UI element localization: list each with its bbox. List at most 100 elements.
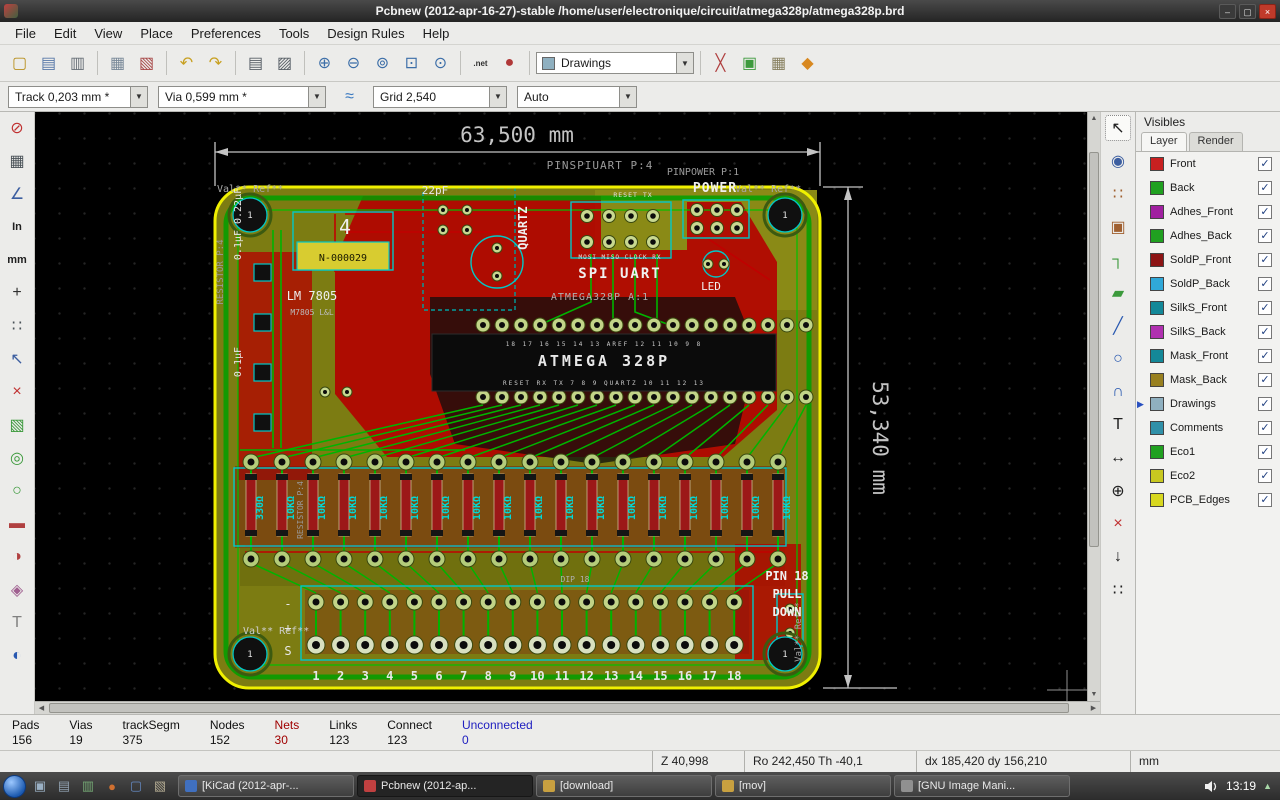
- layer-selector-combo[interactable]: Drawings ▼: [536, 52, 694, 74]
- layer-visibility-checkbox[interactable]: ✓: [1258, 325, 1272, 339]
- units-mm-icon[interactable]: mm: [4, 247, 30, 273]
- menu-place[interactable]: Place: [131, 23, 182, 44]
- print-icon[interactable]: ▤: [242, 50, 269, 77]
- chevron-down-icon[interactable]: ▼: [676, 53, 693, 73]
- microwave-tools-icon[interactable]: ╳: [707, 50, 734, 77]
- offset-origin-icon[interactable]: ↓: [1105, 544, 1131, 570]
- layer-visibility-checkbox[interactable]: ✓: [1258, 349, 1272, 363]
- invisible-text-icon[interactable]: T: [4, 610, 30, 636]
- menu-edit[interactable]: Edit: [45, 23, 85, 44]
- grid-origin-icon[interactable]: ∷: [1105, 577, 1131, 603]
- grid-visibility-icon[interactable]: ▦: [4, 148, 30, 174]
- menu-design-rules[interactable]: Design Rules: [318, 23, 413, 44]
- menu-preferences[interactable]: Preferences: [182, 23, 270, 44]
- layer-visibility-checkbox[interactable]: ✓: [1258, 397, 1272, 411]
- chevron-down-icon[interactable]: ▼: [130, 86, 147, 107]
- layer-row-back[interactable]: Back ✓: [1136, 176, 1280, 200]
- close-button[interactable]: ×: [1259, 3, 1276, 19]
- delete-tool-icon[interactable]: ×: [1105, 511, 1131, 537]
- plot-icon[interactable]: ▨: [271, 50, 298, 77]
- ratsnest-mode-icon[interactable]: ▦: [765, 50, 792, 77]
- layer-visibility-checkbox[interactable]: ✓: [1258, 157, 1272, 171]
- tab-render[interactable]: Render: [1188, 132, 1243, 151]
- clock[interactable]: 13:19: [1226, 779, 1256, 793]
- layer-color-swatch[interactable]: [1150, 229, 1164, 243]
- layer-color-swatch[interactable]: [1150, 301, 1164, 315]
- horizontal-scrollbar[interactable]: ◀ ▶: [35, 701, 1100, 714]
- layer-color-swatch[interactable]: [1150, 397, 1164, 411]
- page-settings-icon[interactable]: ▦: [104, 50, 131, 77]
- layer-visibility-checkbox[interactable]: ✓: [1258, 181, 1272, 195]
- add-text-icon[interactable]: T: [1105, 412, 1131, 438]
- layer-row-soldp-front[interactable]: SoldP_Front ✓: [1136, 248, 1280, 272]
- layer-visibility-checkbox[interactable]: ✓: [1258, 469, 1272, 483]
- scroll-right-arrow[interactable]: ▶: [1087, 702, 1100, 714]
- layer-visibility-checkbox[interactable]: ✓: [1258, 301, 1272, 315]
- highlight-net-icon[interactable]: ◉: [1105, 148, 1131, 174]
- zoom-combo[interactable]: Auto ▼: [517, 85, 637, 108]
- polar-coords-icon[interactable]: ∠: [4, 181, 30, 207]
- menu-tools[interactable]: Tools: [270, 23, 318, 44]
- auto-track-width-icon[interactable]: ≈: [336, 83, 363, 110]
- layer-row-pcb-edges[interactable]: PCB_Edges ✓: [1136, 488, 1280, 512]
- layer-color-swatch[interactable]: [1150, 277, 1164, 291]
- layer-color-swatch[interactable]: [1150, 493, 1164, 507]
- new-board-icon[interactable]: ▢: [6, 50, 33, 77]
- high-contrast-icon[interactable]: ◑: [4, 544, 30, 570]
- add-dimension-icon[interactable]: ↔: [1105, 445, 1131, 471]
- layer-visibility-checkbox[interactable]: ✓: [1258, 373, 1272, 387]
- start-menu-button[interactable]: [3, 774, 26, 798]
- tray-expand-icon[interactable]: ▲: [1263, 781, 1272, 791]
- open-board-icon[interactable]: ▤: [35, 50, 62, 77]
- layer-color-swatch[interactable]: [1150, 325, 1164, 339]
- layer-visibility-checkbox[interactable]: ✓: [1258, 277, 1272, 291]
- layer-color-swatch[interactable]: [1150, 157, 1164, 171]
- contrast-display-icon[interactable]: ◐: [4, 643, 30, 669]
- zoom-in-icon[interactable]: ⊕: [311, 50, 338, 77]
- select-tool-icon[interactable]: ↖: [1105, 115, 1131, 141]
- vertical-scroll-thumb[interactable]: [1089, 152, 1099, 547]
- browser-icon[interactable]: ●: [101, 775, 123, 797]
- layer-row-mask-back[interactable]: Mask_Back ✓: [1136, 368, 1280, 392]
- taskbar-window-3[interactable]: [download]: [536, 775, 712, 797]
- freeroute-icon[interactable]: ◆: [794, 50, 821, 77]
- sketch-tracks-icon[interactable]: ▬: [4, 511, 30, 537]
- layer-color-swatch[interactable]: [1150, 205, 1164, 219]
- layer-color-swatch[interactable]: [1150, 181, 1164, 195]
- scroll-down-arrow[interactable]: ▼: [1088, 688, 1100, 701]
- layer-row-silks-back[interactable]: SilkS_Back ✓: [1136, 320, 1280, 344]
- layer-row-mask-front[interactable]: Mask_Front ✓: [1136, 344, 1280, 368]
- layer-color-swatch[interactable]: [1150, 469, 1164, 483]
- layer-visibility-checkbox[interactable]: ✓: [1258, 205, 1272, 219]
- save-board-icon[interactable]: ▥: [64, 50, 91, 77]
- ratsnest-general-icon[interactable]: ∷: [4, 313, 30, 339]
- minimize-button[interactable]: –: [1219, 3, 1236, 19]
- add-line-icon[interactable]: ╱: [1105, 313, 1131, 339]
- layer-color-swatch[interactable]: [1150, 349, 1164, 363]
- zoom-redraw-icon[interactable]: ⊚: [369, 50, 396, 77]
- layer-row-eco1[interactable]: Eco1 ✓: [1136, 440, 1280, 464]
- layer-color-swatch[interactable]: [1150, 445, 1164, 459]
- drc-off-icon[interactable]: ⊘: [4, 115, 30, 141]
- file-manager-icon[interactable]: ▤: [53, 775, 75, 797]
- cursor-shape-icon[interactable]: +: [4, 280, 30, 306]
- drc-check-icon[interactable]: ●: [496, 50, 523, 77]
- zoom-out-icon[interactable]: ⊖: [340, 50, 367, 77]
- layer-visibility-checkbox[interactable]: ✓: [1258, 253, 1272, 267]
- pcb-canvas[interactable]: 330Ω 10KΩ 10KΩ 10KΩ 10KΩ 10KΩ 10KΩ 10KΩ 10KΩ 10KΩ…: [35, 112, 1087, 701]
- taskbar-window-1[interactable]: [KiCad (2012-apr-...: [178, 775, 354, 797]
- print-preview-icon[interactable]: ▧: [133, 50, 160, 77]
- tab-layer[interactable]: Layer: [1141, 132, 1187, 151]
- vertical-scrollbar[interactable]: ▲ ▼: [1087, 112, 1100, 701]
- layer-visibility-checkbox[interactable]: ✓: [1258, 493, 1272, 507]
- taskbar-window-4[interactable]: [mov]: [715, 775, 891, 797]
- redo-icon[interactable]: ↷: [202, 50, 229, 77]
- menu-view[interactable]: View: [85, 23, 131, 44]
- chevron-down-icon[interactable]: ▼: [308, 86, 325, 107]
- menu-file[interactable]: File: [6, 23, 45, 44]
- chevron-down-icon[interactable]: ▼: [489, 86, 506, 107]
- find-icon[interactable]: ⊙: [427, 50, 454, 77]
- layer-row-drawings[interactable]: ▶ Drawings ✓: [1136, 392, 1280, 416]
- taskbar-window-2[interactable]: Pcbnew (2012-ap...: [357, 775, 533, 797]
- layer-visibility-checkbox[interactable]: ✓: [1258, 445, 1272, 459]
